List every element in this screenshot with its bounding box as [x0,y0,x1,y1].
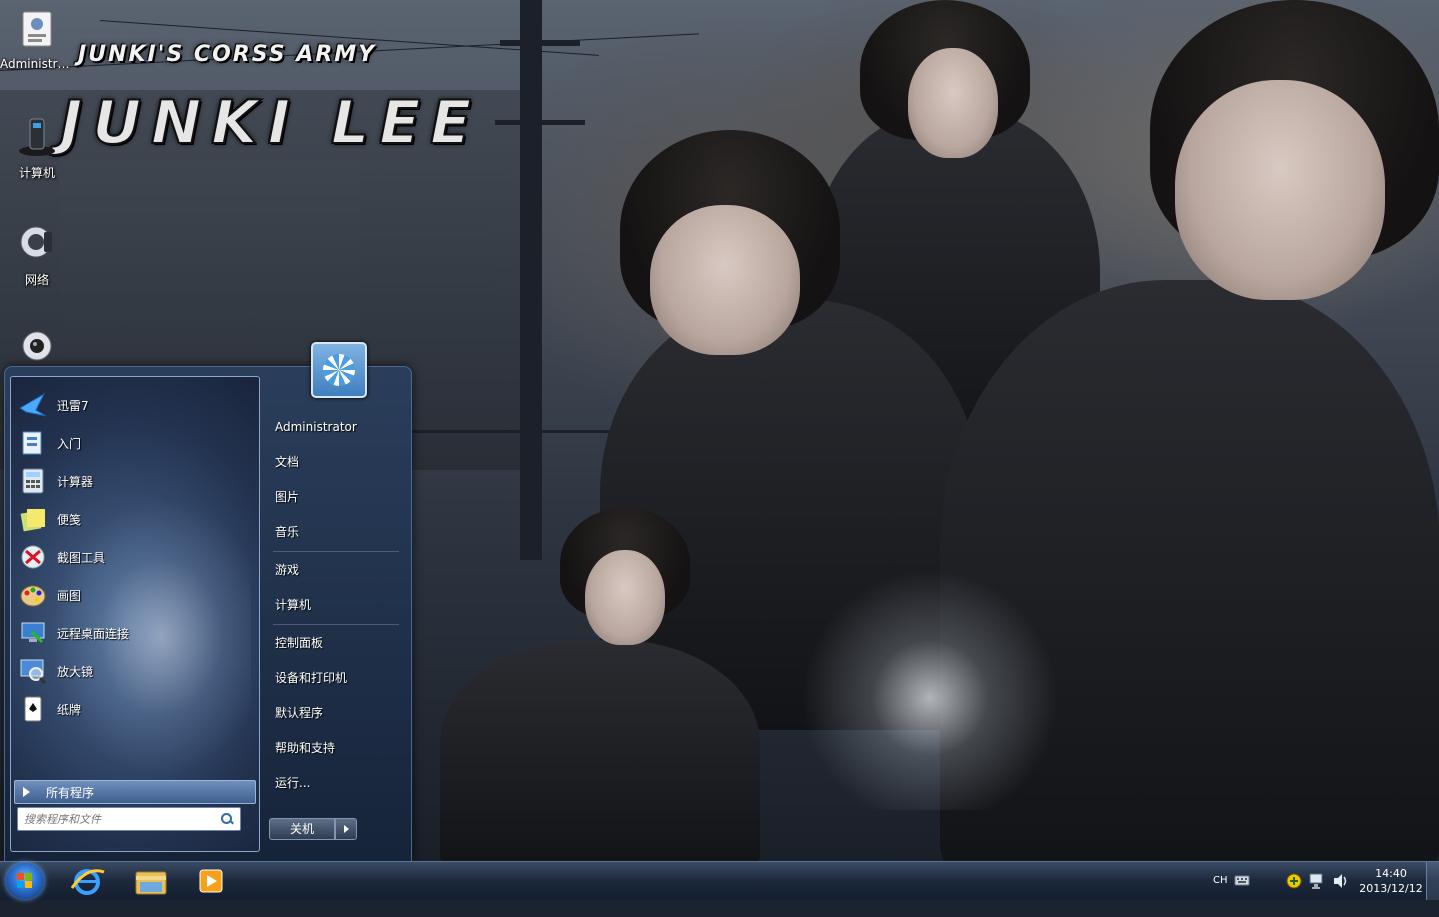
program-item-snipping-tool[interactable]: 截图工具 [15,539,255,575]
program-label: 画图 [57,588,82,603]
start-link-documents[interactable]: 文档 [271,450,405,474]
clock-time: 14:40 [1375,867,1407,880]
media-player-icon [199,869,223,893]
start-link-help-support[interactable]: 帮助和支持 [271,736,405,760]
program-label: 入门 [57,436,82,451]
start-link-default-programs[interactable]: 默认程序 [271,701,405,725]
taskbar-pin-explorer[interactable] [126,864,176,898]
program-item-sticky-notes[interactable]: 便笺 [15,501,255,537]
wallpaper-flower [770,530,1090,810]
user-account-picture[interactable] [311,342,367,398]
ie-icon [70,869,105,895]
program-item-calculator[interactable]: 计算器 [15,463,255,499]
start-search-box[interactable] [17,807,241,831]
taskbar-pin-internet-explorer[interactable] [62,864,112,898]
program-item-xunlei[interactable]: 迅雷7 [15,387,255,423]
program-label: 便笺 [57,512,82,527]
start-link-pictures[interactable]: 图片 [271,485,405,509]
start-link-devices-printers[interactable]: 设备和打印机 [271,666,405,690]
network-icon [20,226,52,258]
paint-icon [20,585,46,607]
taskbar: CH 14:40 2013/12/12 [0,861,1439,900]
start-button[interactable] [6,863,44,899]
program-label: 截图工具 [57,550,106,565]
start-menu-programs-pane: 迅雷7 入门 计算器 便笺 截图工具 画图 远程桌面连接 放大镜 纸牌 所有程序 [10,376,260,852]
start-link-run[interactable]: 运行... [271,771,405,795]
program-label: 远程桌面连接 [57,626,130,641]
program-item-magnifier[interactable]: 放大镜 [15,653,255,689]
sticky-notes-icon [20,509,45,532]
wallpaper-figure-top-face [908,48,998,158]
desktop-icon-computer[interactable]: 计算机 [0,113,74,181]
getting-started-icon [22,431,42,455]
menu-separator [273,551,399,552]
network-tray-icon[interactable] [1308,862,1326,900]
all-programs-label: 所有程序 [46,785,95,800]
program-item-remote-desktop[interactable]: 远程桌面连接 [15,615,255,651]
start-menu-places-pane: Administrator 文档 图片 音乐 游戏 计算机 控制面板 设备和打印… [263,342,409,861]
solitaire-icon [24,696,42,722]
start-link-music[interactable]: 音乐 [271,520,405,544]
desktop-icon-network[interactable]: 网络 [0,220,74,288]
program-label: 计算器 [57,474,94,489]
wallpaper-pole-crossbar-2 [495,120,585,125]
snipping-tool-icon [21,545,45,569]
magnifier-icon [20,659,47,685]
all-programs-button[interactable]: 所有程序 [14,780,256,804]
remote-desktop-icon [21,622,45,644]
taskbar-clock[interactable]: 14:40 2013/12/12 [1359,866,1423,896]
computer-icon [19,118,55,156]
desktop-icon-administrator[interactable]: Administra... [0,6,74,71]
calculator-icon [22,468,44,494]
wallpaper-logo-subtitle: JUNKI'S CORSS ARMY [78,42,377,67]
start-search-input[interactable] [22,809,220,829]
program-item-paint[interactable]: 画图 [15,577,255,613]
windows-logo-icon [17,873,33,889]
start-link-computer[interactable]: 计算机 [271,593,405,617]
volume-icon[interactable] [1332,862,1350,900]
program-label: 迅雷7 [57,398,89,413]
clock-date: 2013/12/12 [1359,882,1423,895]
wallpaper-logo-title: JUNKI LEE [59,87,482,159]
program-item-getting-started[interactable]: 入门 [15,425,255,461]
show-desktop-button[interactable] [1426,862,1439,900]
chevron-right-icon [23,787,30,797]
action-center-icon[interactable] [1285,862,1303,900]
thunder-bird-icon [19,392,47,417]
wallpaper-figure-bottom-face [585,550,665,645]
program-item-solitaire[interactable]: 纸牌 [15,691,255,727]
pinwheel-icon [323,354,355,386]
start-link-games[interactable]: 游戏 [271,558,405,582]
start-menu: 迅雷7 入门 计算器 便笺 截图工具 画图 远程桌面连接 放大镜 纸牌 所有程序… [4,342,412,862]
wallpaper-fence-rail [400,430,620,433]
search-icon[interactable] [220,812,234,826]
keyboard-icon[interactable] [1234,862,1250,900]
shutdown-options-button[interactable] [335,818,357,840]
desktop-icon-label: 网络 [24,273,49,287]
folder-icon [135,871,167,895]
wallpaper-figure-bottom-jacket [440,640,760,861]
wallpaper-figure-right-face [1175,80,1385,300]
start-link-user[interactable]: Administrator [271,415,405,439]
shutdown-button[interactable]: 关机 [269,818,335,840]
program-label: 纸牌 [57,702,82,717]
language-indicator[interactable]: CH [1213,862,1228,900]
start-link-control-panel[interactable]: 控制面板 [271,631,405,655]
desktop-icon-label: Administra... [0,57,74,71]
wallpaper-figure-mid-face [650,205,800,355]
program-label: 放大镜 [57,664,94,679]
wallpaper-utility-pole [520,0,542,560]
user-folder-icon [22,11,52,47]
menu-separator [273,624,399,625]
taskbar-pin-media-player[interactable] [186,864,236,898]
desktop-icon-label: 计算机 [18,166,55,180]
